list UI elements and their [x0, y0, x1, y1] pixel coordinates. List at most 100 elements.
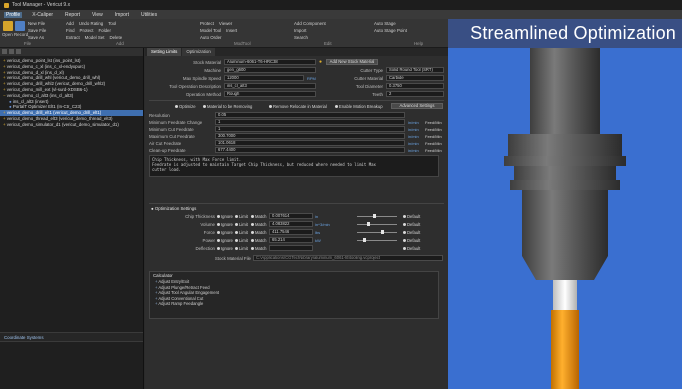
- coordinate-systems-section[interactable]: Coordinate Systems: [0, 332, 143, 342]
- machine-select[interactable]: gen_g600: [224, 67, 316, 73]
- collapse-icon[interactable]: [9, 49, 14, 54]
- tool-diameter-field[interactable]: 0.3750: [386, 83, 444, 89]
- menu-profile[interactable]: Profile: [4, 11, 23, 18]
- feed-row-field[interactable]: 1: [215, 126, 405, 132]
- tree-item[interactable]: + vericut_demo_simulator_d1 (vericut_dem…: [0, 122, 143, 128]
- operation-method-select[interactable]: Rough: [224, 91, 316, 97]
- default-radio[interactable]: Default: [403, 214, 420, 219]
- default-radio[interactable]: Default: [403, 246, 420, 251]
- tab-setting-limits[interactable]: Setting Limits: [147, 48, 182, 56]
- menu-x-caliper[interactable]: X-Caliper: [30, 12, 55, 18]
- ignore-radio[interactable]: Ignore: [217, 214, 233, 219]
- menu-import[interactable]: Import: [113, 12, 131, 18]
- holder-lower-flange: [510, 180, 620, 190]
- opt-slider[interactable]: [357, 232, 397, 233]
- save-file-button[interactable]: Save File: [28, 28, 46, 33]
- limit-radio[interactable]: Limit: [235, 246, 248, 251]
- match-radio[interactable]: Match: [251, 230, 266, 235]
- new-file-button[interactable]: New File: [28, 21, 45, 26]
- feed-row-field[interactable]: 677.4400: [215, 147, 405, 153]
- limit-radio[interactable]: Limit: [235, 230, 248, 235]
- holder-collar: [504, 156, 626, 166]
- import-button[interactable]: Import: [294, 28, 306, 33]
- ignore-radio[interactable]: Ignore: [217, 230, 233, 235]
- menu-report[interactable]: Report: [63, 12, 82, 18]
- save-as-button[interactable]: Save As: [28, 35, 44, 40]
- add-button[interactable]: Add: [66, 21, 74, 26]
- default-radio[interactable]: Default: [403, 222, 420, 227]
- find-button[interactable]: Find: [66, 28, 75, 33]
- resolution-label: Resolution: [149, 113, 170, 118]
- opt-value-field[interactable]: 65.214: [269, 237, 313, 243]
- opt-slider-knob[interactable]: [363, 238, 366, 242]
- limit-radio[interactable]: Limit: [235, 214, 248, 219]
- opt-slider-knob[interactable]: [381, 230, 384, 234]
- expand-icon[interactable]: [2, 49, 7, 54]
- add-component-button[interactable]: Add Component: [294, 21, 326, 26]
- max-spindle-field[interactable]: 12000: [224, 75, 304, 81]
- motion-breakup-radio[interactable]: Enable Motion Breakup: [335, 104, 383, 109]
- opt-value-field[interactable]: 4.083822: [269, 221, 313, 227]
- filter-icon[interactable]: [16, 49, 21, 54]
- auto-stage-point-button[interactable]: Auto Stage Point: [374, 28, 407, 33]
- match-radio[interactable]: Match: [251, 214, 266, 219]
- add-stock-material-button[interactable]: Add New Stock Material: [326, 59, 378, 65]
- stock-file-field[interactable]: C:\Applications\CGTech\library\aluminum_…: [253, 255, 443, 261]
- default-radio[interactable]: Default: [403, 238, 420, 243]
- match-radio[interactable]: Match: [251, 222, 266, 227]
- protect2-button[interactable]: Protect: [200, 21, 214, 26]
- cutter-type-field[interactable]: Solid Round Tool (SRT): [386, 67, 444, 73]
- auto-order-button[interactable]: Auto Order: [200, 35, 221, 40]
- insert-button[interactable]: Insert: [226, 28, 237, 33]
- opt-slider[interactable]: [357, 224, 397, 225]
- ignore-radio[interactable]: Ignore: [217, 238, 233, 243]
- undo-rating-button[interactable]: Undo Rating: [79, 21, 103, 26]
- default-radio[interactable]: Default: [403, 230, 420, 235]
- optimization-note: Chip Thickness, with Max Force limit. Fe…: [149, 155, 439, 177]
- auto-stage-button[interactable]: Auto Stage: [374, 21, 396, 26]
- teeth-field[interactable]: 2: [386, 91, 444, 97]
- limit-radio[interactable]: Limit: [235, 238, 248, 243]
- opt-value-field[interactable]: 0.007614: [269, 213, 313, 219]
- 3d-viewport[interactable]: [448, 48, 682, 389]
- match-radio[interactable]: Match: [251, 238, 266, 243]
- delete-button[interactable]: Delete: [109, 35, 122, 40]
- tool-button[interactable]: Tool: [108, 21, 116, 26]
- material-removing-radio[interactable]: Material to be Removing: [203, 104, 252, 109]
- protect-button[interactable]: Protect: [80, 28, 94, 33]
- opt-value-field[interactable]: [269, 245, 313, 251]
- feed-row-field[interactable]: 101.0618: [215, 140, 405, 146]
- ignore-radio[interactable]: Ignore: [217, 246, 233, 251]
- tab-optimization[interactable]: Optimization: [182, 48, 215, 56]
- menu-utilities[interactable]: Utilities: [139, 12, 159, 18]
- resolution-field[interactable]: 0.05: [215, 112, 405, 118]
- cutter-material-field[interactable]: Carbide: [386, 75, 444, 81]
- opt-slider-knob[interactable]: [373, 214, 376, 218]
- extract-button[interactable]: Extract: [66, 35, 80, 40]
- feed-row-field[interactable]: 1: [215, 119, 405, 125]
- opt-value-field[interactable]: 411.7546: [269, 229, 313, 235]
- feed-row-field[interactable]: 300.7000: [215, 133, 405, 139]
- viewer-button[interactable]: Viewer: [219, 21, 232, 26]
- feed-row-unit: in/min: [408, 141, 419, 146]
- model-tool-button[interactable]: Model Tool: [200, 28, 221, 33]
- calculator-list: Calculator Adjust Entry/Exit Adjust Plun…: [149, 271, 439, 319]
- opt-unit: in^3/min: [315, 222, 330, 227]
- open-icon[interactable]: [3, 21, 13, 31]
- remove-relocate-radio[interactable]: Remove Relocate in Material: [269, 104, 327, 109]
- record-icon[interactable]: [15, 21, 25, 31]
- optimize-radio[interactable]: Optimize: [175, 104, 196, 109]
- stock-material-select[interactable]: Aluminum-6061-T6-HRC38: [224, 59, 316, 65]
- opt-slider[interactable]: [357, 216, 397, 217]
- search-button[interactable]: Search: [294, 35, 308, 40]
- tool-description-field[interactable]: ins_cl_alt3: [224, 83, 316, 89]
- advanced-settings-button[interactable]: Advanced Settings: [391, 103, 443, 109]
- ignore-radio[interactable]: Ignore: [217, 222, 233, 227]
- match-radio[interactable]: Match: [251, 246, 266, 251]
- calc-item[interactable]: Adjust Ramp Feedangle: [150, 301, 438, 307]
- limit-radio[interactable]: Limit: [235, 222, 248, 227]
- model-set-button[interactable]: Model Set: [85, 35, 105, 40]
- menu-view[interactable]: View: [90, 12, 105, 18]
- folder-button[interactable]: Folder: [98, 28, 110, 33]
- opt-slider-knob[interactable]: [367, 222, 370, 226]
